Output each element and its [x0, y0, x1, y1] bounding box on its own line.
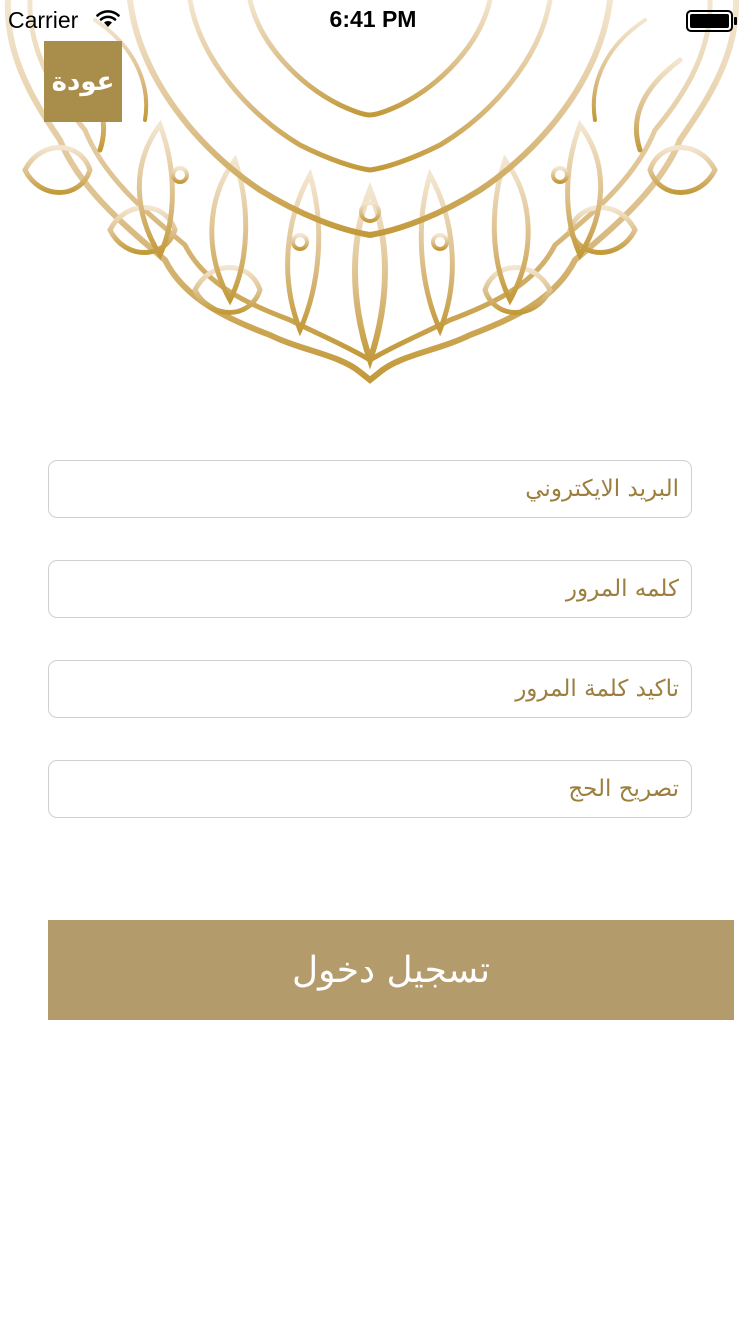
confirm-password-field[interactable]: تاكيد كلمة المرور: [48, 660, 692, 718]
password-placeholder: كلمه المرور: [565, 576, 679, 602]
status-bar: Carrier 6:41 PM: [0, 0, 746, 40]
login-button[interactable]: تسجيل دخول: [48, 920, 734, 1020]
email-field[interactable]: البريد الايكتروني: [48, 460, 692, 518]
confirm-password-placeholder: تاكيد كلمة المرور: [515, 676, 679, 702]
back-button[interactable]: عودة: [44, 41, 122, 122]
hajj-permit-placeholder: تصريح الحج: [568, 776, 679, 802]
status-time: 6:41 PM: [329, 6, 417, 32]
battery-icon: [686, 10, 737, 32]
password-field[interactable]: كلمه المرور: [48, 560, 692, 618]
email-placeholder: البريد الايكتروني: [525, 476, 679, 502]
hajj-permit-field[interactable]: تصريح الحج: [48, 760, 692, 818]
